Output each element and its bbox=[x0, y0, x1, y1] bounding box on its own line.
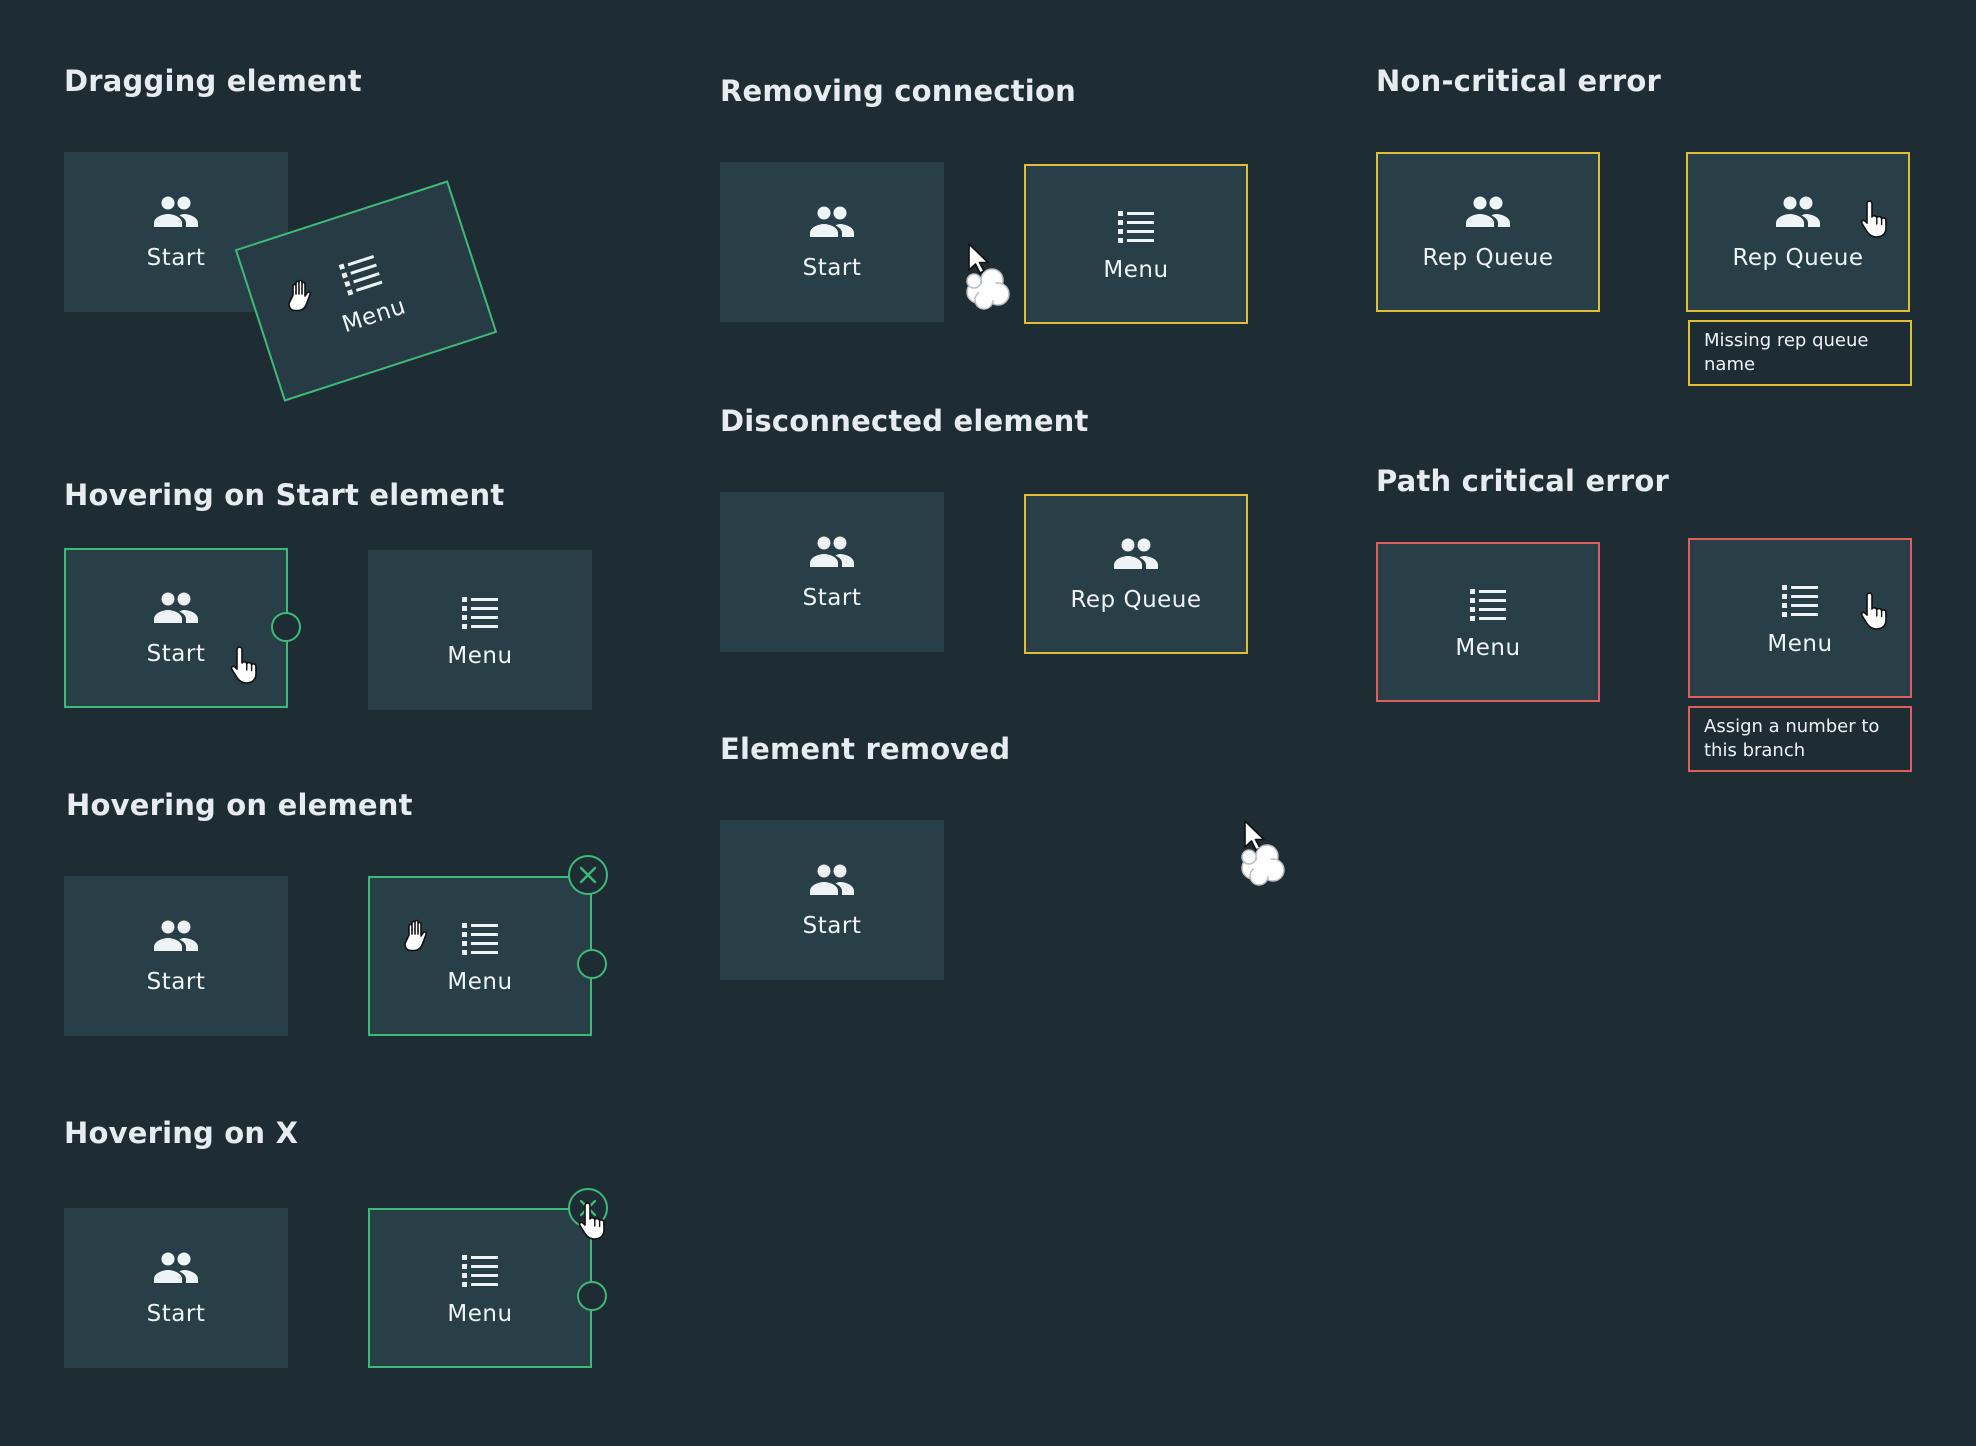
heading-element-removed: Element removed bbox=[720, 732, 1011, 766]
people-icon bbox=[1464, 193, 1512, 233]
node-label: Start bbox=[146, 1301, 206, 1327]
hand-pointer-cursor-icon bbox=[576, 1200, 610, 1240]
node-label: Rep Queue bbox=[1732, 245, 1864, 271]
rep-queue-node-warning[interactable]: Rep Queue bbox=[1376, 152, 1600, 312]
list-icon bbox=[1464, 583, 1512, 623]
node-label: Menu bbox=[339, 293, 410, 339]
close-icon bbox=[577, 864, 599, 886]
node-label: Menu bbox=[447, 969, 513, 995]
remove-element-button[interactable] bbox=[568, 855, 608, 895]
hand-pointer-cursor-icon bbox=[1858, 590, 1892, 630]
people-icon bbox=[152, 917, 200, 957]
error-tooltip-warning: Missing rep queue name bbox=[1688, 320, 1912, 386]
node-label: Start bbox=[146, 245, 206, 271]
list-icon bbox=[331, 246, 389, 299]
node-label: Start bbox=[802, 585, 862, 611]
node-label: Start bbox=[802, 913, 862, 939]
connection-port[interactable] bbox=[577, 949, 607, 979]
start-node-hovered[interactable]: Start bbox=[64, 548, 288, 708]
heading-non-critical-error: Non-critical error bbox=[1376, 64, 1662, 98]
node-label: Menu bbox=[1103, 257, 1169, 283]
start-node[interactable]: Start bbox=[720, 820, 944, 980]
poof-cloud-icon bbox=[962, 265, 1012, 311]
people-icon bbox=[808, 861, 856, 901]
menu-node[interactable]: Menu bbox=[368, 550, 592, 710]
node-label: Menu bbox=[1767, 631, 1833, 657]
heading-hovering-x: Hovering on X bbox=[64, 1116, 299, 1150]
heading-removing-connection: Removing connection bbox=[720, 74, 1076, 108]
node-label: Menu bbox=[447, 1301, 513, 1327]
start-node[interactable]: Start bbox=[720, 162, 944, 322]
people-icon bbox=[1112, 535, 1160, 575]
node-label: Start bbox=[146, 641, 206, 667]
heading-dragging-element: Dragging element bbox=[64, 64, 362, 98]
poof-cloud-icon bbox=[1237, 841, 1287, 887]
rep-queue-node-warning[interactable]: Rep Queue bbox=[1024, 494, 1248, 654]
list-icon bbox=[456, 917, 504, 957]
start-node[interactable]: Start bbox=[720, 492, 944, 652]
error-tooltip-critical: Assign a number to this branch bbox=[1688, 706, 1912, 772]
connection-port[interactable] bbox=[577, 1281, 607, 1311]
list-icon bbox=[1776, 579, 1824, 619]
hand-grab-cursor-icon bbox=[284, 278, 322, 318]
heading-path-critical-error: Path critical error bbox=[1376, 464, 1669, 498]
start-node[interactable]: Start bbox=[64, 876, 288, 1036]
menu-node-hovered[interactable]: Menu bbox=[368, 1208, 592, 1368]
node-label: Rep Queue bbox=[1422, 245, 1554, 271]
list-icon bbox=[456, 591, 504, 631]
heading-hovering-start: Hovering on Start element bbox=[64, 478, 505, 512]
node-label: Rep Queue bbox=[1070, 587, 1202, 613]
heading-disconnected-element: Disconnected element bbox=[720, 404, 1089, 438]
heading-hovering-element: Hovering on element bbox=[66, 788, 413, 822]
people-icon bbox=[152, 1249, 200, 1289]
menu-node-error[interactable]: Menu bbox=[1376, 542, 1600, 702]
connection-port[interactable] bbox=[271, 612, 301, 642]
people-icon bbox=[152, 193, 200, 233]
list-icon bbox=[1112, 205, 1160, 245]
people-icon bbox=[1774, 193, 1822, 233]
list-icon bbox=[456, 1249, 504, 1289]
people-icon bbox=[152, 589, 200, 629]
menu-node-warning[interactable]: Menu bbox=[1024, 164, 1248, 324]
node-label: Start bbox=[802, 255, 862, 281]
hand-pointer-cursor-icon bbox=[228, 644, 262, 684]
hand-grab-cursor-icon bbox=[400, 918, 438, 958]
start-node[interactable]: Start bbox=[64, 1208, 288, 1368]
node-label: Menu bbox=[1455, 635, 1521, 661]
people-icon bbox=[808, 203, 856, 243]
hand-pointer-cursor-icon bbox=[1858, 198, 1892, 238]
node-label: Start bbox=[146, 969, 206, 995]
people-icon bbox=[808, 533, 856, 573]
node-label: Menu bbox=[447, 643, 513, 669]
